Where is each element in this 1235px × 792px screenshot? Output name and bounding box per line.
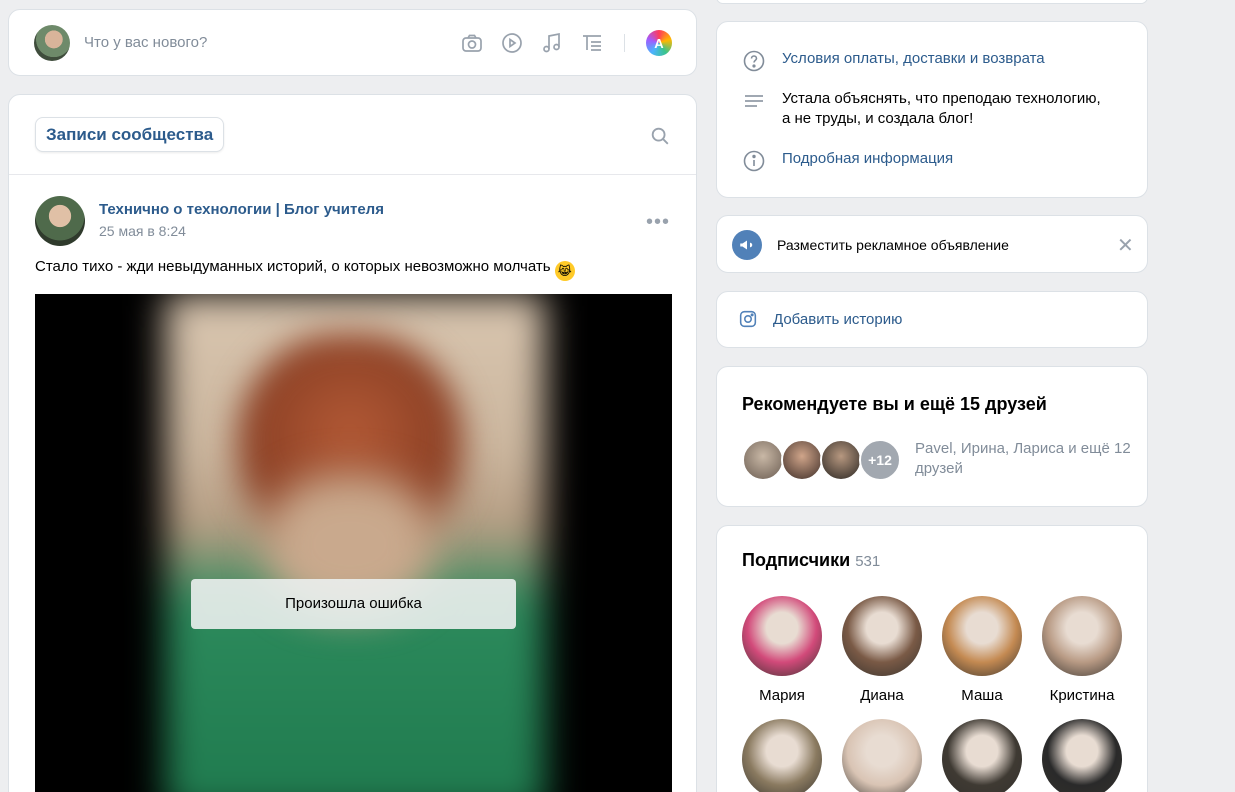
subscriber-avatar: [842, 596, 922, 676]
post-text: Стало тихо - жди невыдуманных историй, о…: [35, 258, 575, 281]
friends-text[interactable]: Pavel, Ирина, Лариса и ещё 12 друзей: [915, 439, 1135, 479]
subscriber-item[interactable]: Мария: [737, 596, 827, 704]
subscriber-avatar: [742, 719, 822, 792]
emoji-icon: 😹: [554, 261, 575, 281]
post-author-avatar[interactable]: [35, 196, 85, 246]
camera-icon[interactable]: [460, 31, 484, 55]
friend-avatar[interactable]: [742, 439, 784, 481]
subscriber-item[interactable]: Маша: [937, 596, 1027, 704]
subscriber-avatar: [842, 719, 922, 792]
community-description: Устала объяснять, что преподаю технологи…: [782, 90, 1101, 127]
post-author-name[interactable]: Технично о технологии | Блог учителя: [99, 201, 384, 218]
recommend-card: Рекомендуете вы и ещё 15 друзей +12 Pave…: [716, 366, 1148, 507]
description-row: Устала объяснять, что преподаю технологи…: [742, 89, 1102, 129]
error-message: Произошла ошибка: [191, 579, 516, 629]
friend-avatar[interactable]: [781, 439, 823, 481]
close-icon[interactable]: ✕: [1117, 233, 1134, 258]
advertise-banner[interactable]: Разместить рекламное объявление ✕: [716, 215, 1148, 273]
text-lines-icon: [742, 89, 766, 113]
community-info: Условия оплаты, доставки и возврата Уста…: [716, 21, 1148, 198]
details-row[interactable]: Подробная информация: [742, 149, 953, 173]
post-text-content: Стало тихо - жди невыдуманных историй, о…: [35, 258, 551, 275]
subscriber-item[interactable]: [1037, 719, 1127, 792]
terms-row[interactable]: Условия оплаты, доставки и возврата: [742, 49, 1045, 73]
divider: [624, 34, 625, 52]
add-story-card[interactable]: Добавить историю: [716, 291, 1148, 348]
top-card-edge: [716, 0, 1148, 4]
composer-input[interactable]: Что у вас нового?: [84, 34, 207, 51]
recommend-title: Рекомендуете вы и ещё 15 друзей: [742, 394, 1047, 414]
subscriber-item[interactable]: [737, 719, 827, 792]
more-friends-badge[interactable]: +12: [859, 439, 901, 481]
search-icon[interactable]: [649, 125, 671, 147]
ai-assistant-icon[interactable]: A: [646, 30, 672, 56]
more-options-icon[interactable]: •••: [646, 211, 670, 234]
terms-link[interactable]: Условия оплаты, доставки и возврата: [782, 49, 1045, 69]
story-icon: [737, 308, 759, 330]
advertise-label[interactable]: Разместить рекламное объявление: [777, 237, 1009, 253]
add-story-label[interactable]: Добавить историю: [773, 311, 902, 328]
megaphone-icon: [732, 230, 762, 260]
details-link[interactable]: Подробная информация: [782, 149, 953, 169]
subscriber-name: Маша: [961, 687, 1003, 704]
subscribers-label: Подписчики: [742, 550, 851, 570]
info-icon: [742, 149, 766, 173]
subscriber-avatar: [1042, 596, 1122, 676]
subscriber-item[interactable]: [837, 719, 927, 792]
question-icon: [742, 49, 766, 73]
community-feed: Записи сообщества Технично о технологии …: [8, 94, 697, 792]
subscriber-item[interactable]: Кристина: [1037, 596, 1127, 704]
post-composer: Что у вас нового? A: [8, 9, 697, 76]
feed-header: Записи сообщества: [9, 95, 696, 175]
subscriber-avatar: [742, 596, 822, 676]
subscribers-card: Подписчики 531 Мария Диана Маша Кристина: [716, 525, 1148, 792]
subscriber-avatar: [942, 719, 1022, 792]
subscriber-item[interactable]: Диана: [837, 596, 927, 704]
subscribers-count: 531: [855, 553, 881, 570]
subscriber-name: Мария: [759, 687, 805, 704]
subscriber-name: Кристина: [1049, 687, 1115, 704]
post-video[interactable]: Произошла ошибка: [35, 294, 672, 792]
subscribers-title[interactable]: Подписчики 531: [742, 550, 880, 571]
article-icon[interactable]: [580, 31, 604, 55]
video-icon[interactable]: [500, 31, 524, 55]
subscriber-avatar: [942, 596, 1022, 676]
user-avatar[interactable]: [34, 25, 70, 61]
subscriber-avatar: [1042, 719, 1122, 792]
tab-community-posts[interactable]: Записи сообщества: [35, 117, 225, 152]
subscriber-name: Диана: [860, 687, 904, 704]
post-date[interactable]: 25 мая в 8:24: [99, 223, 186, 239]
subscriber-item[interactable]: [937, 719, 1027, 792]
music-icon[interactable]: [540, 31, 564, 55]
friend-avatar[interactable]: [820, 439, 862, 481]
